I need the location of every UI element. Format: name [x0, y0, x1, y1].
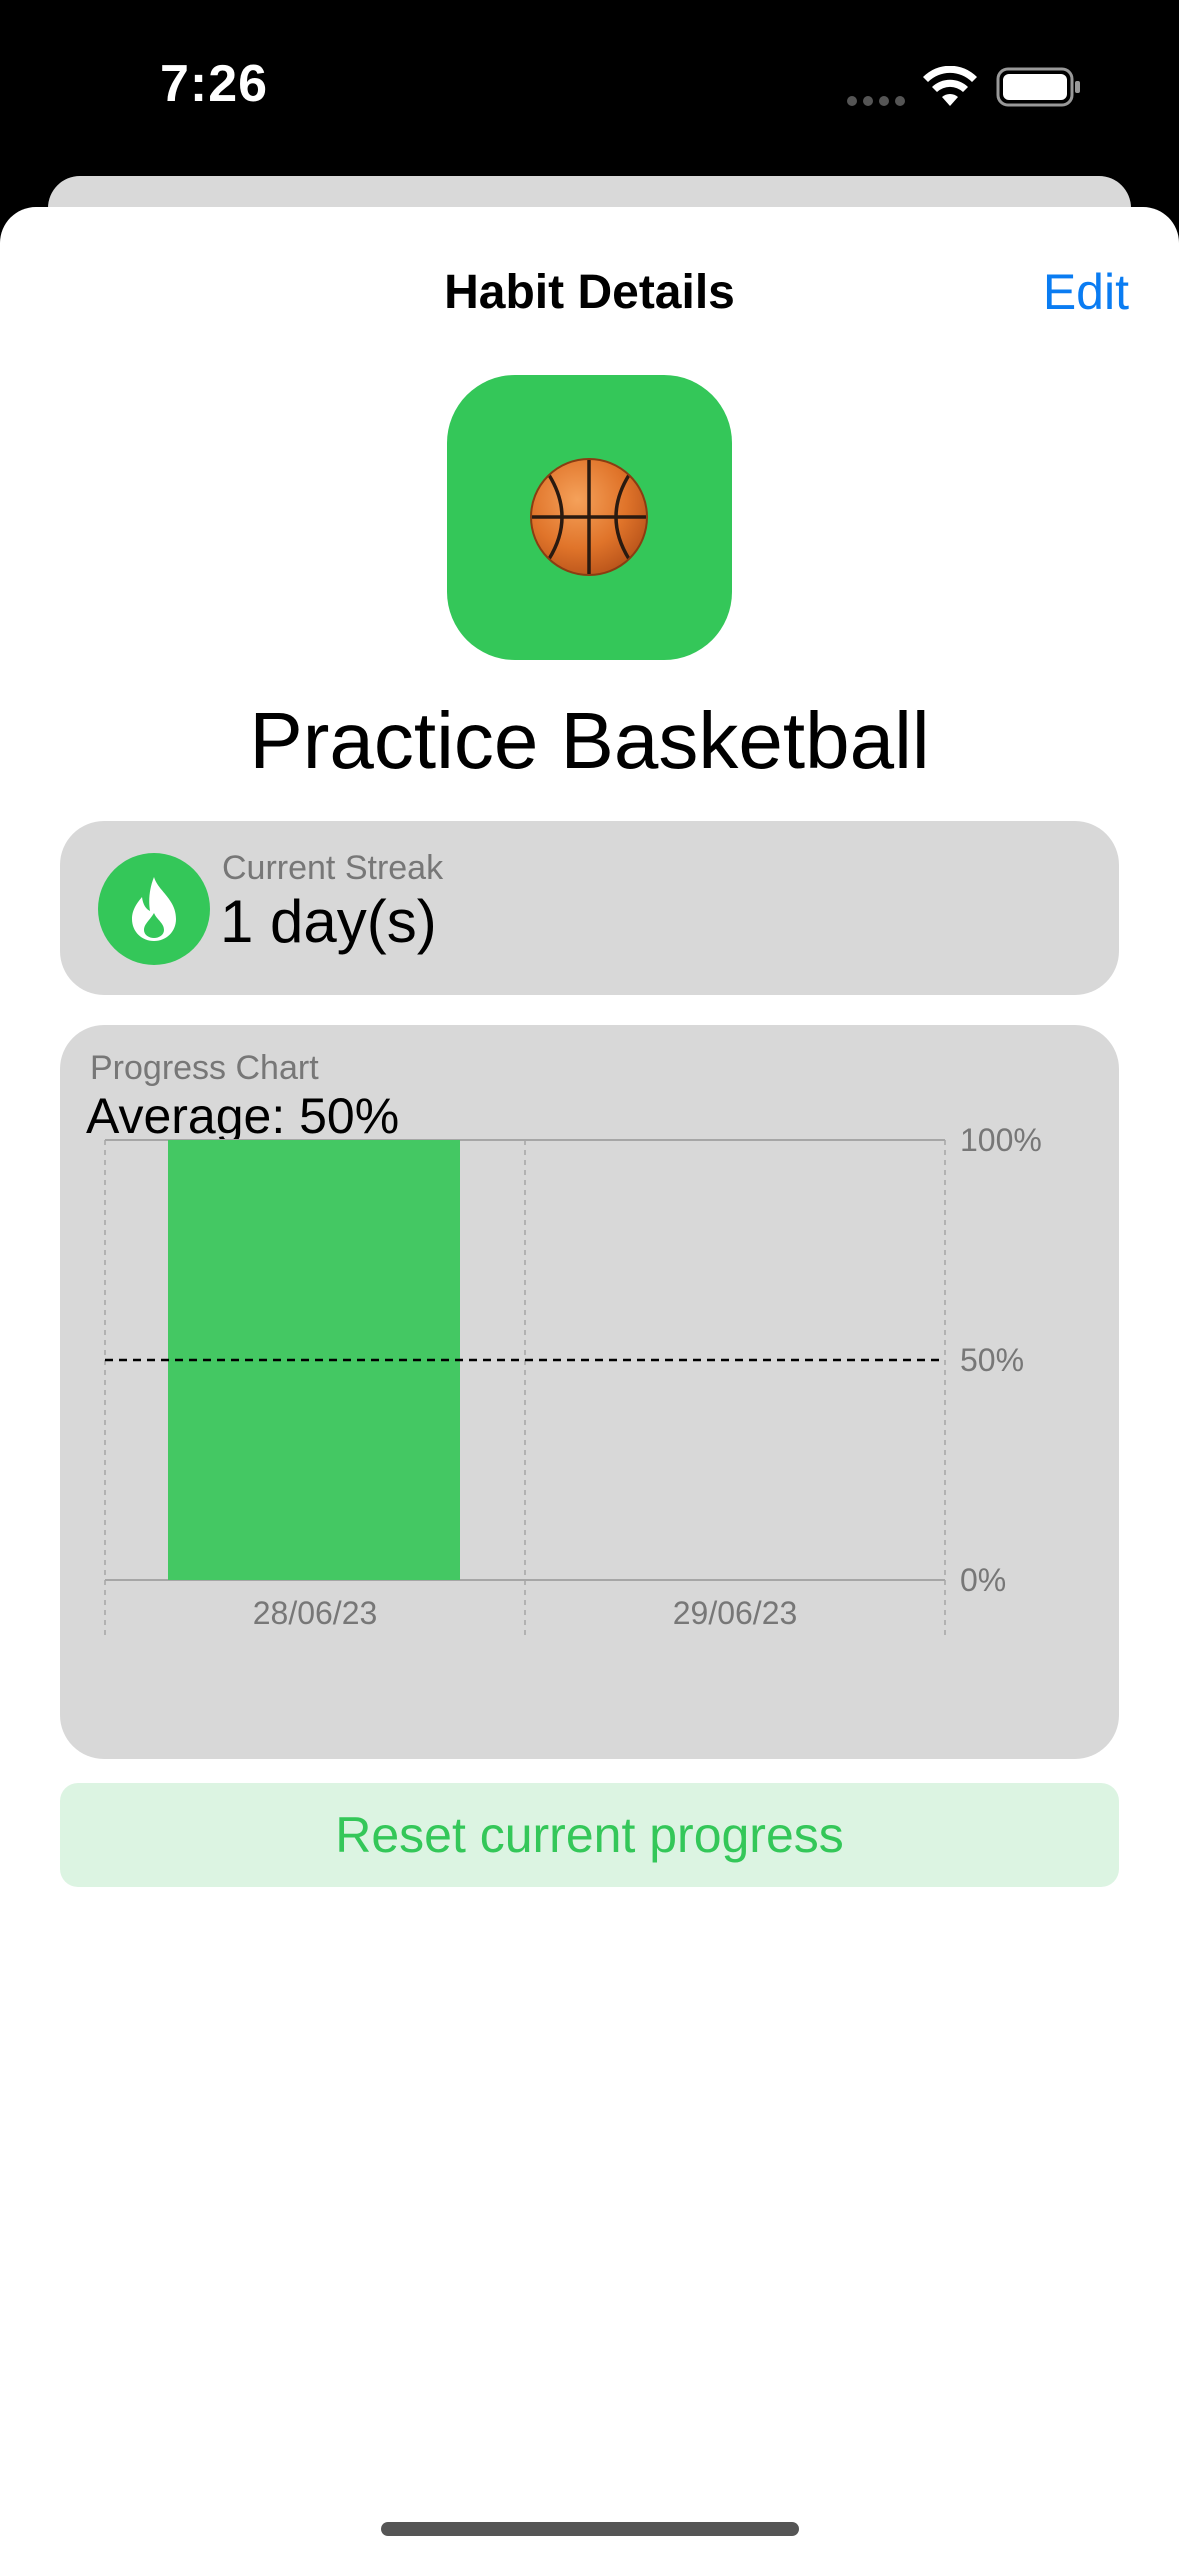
streak-badge: [98, 853, 210, 965]
x-tick-label: 29/06/23: [673, 1595, 798, 1631]
y-tick-label: 0%: [960, 1562, 1006, 1598]
progress-bar-chart: 28/06/23 29/06/23 100% 50% 0%: [104, 1122, 1042, 1635]
battery-icon: [996, 67, 1080, 107]
reset-progress-button[interactable]: Reset current progress: [60, 1783, 1119, 1887]
habit-name: Practice Basketball: [249, 696, 930, 785]
habit-icon-tile: [447, 375, 732, 660]
signal-dots-icon: [847, 96, 905, 106]
home-indicator[interactable]: [381, 2522, 799, 2536]
status-time: 7:26: [160, 55, 269, 113]
flame-icon: [132, 877, 176, 941]
screen: 7:26 Habit Details Edit Practice Basketb…: [0, 0, 1179, 2556]
x-tick-label: 28/06/23: [253, 1595, 378, 1631]
page-title: Habit Details: [444, 266, 735, 319]
edit-button[interactable]: Edit: [1043, 263, 1129, 321]
streak-value: 1 day(s): [220, 888, 437, 955]
y-tick-label: 50%: [960, 1342, 1024, 1378]
habit-details-sheet: Habit Details Edit Practice Basketball C…: [0, 207, 1179, 2556]
wifi-icon: [923, 66, 977, 106]
status-bar: 7:26: [0, 0, 1179, 176]
progress-chart-card: Progress Chart Average: 50% 28/06/23 29/0…: [60, 1025, 1119, 1759]
streak-label: Current Streak: [222, 849, 444, 887]
current-streak-card: Current Streak 1 day(s): [60, 821, 1119, 995]
basketball-icon: [530, 458, 648, 576]
y-tick-label: 100%: [960, 1122, 1042, 1158]
